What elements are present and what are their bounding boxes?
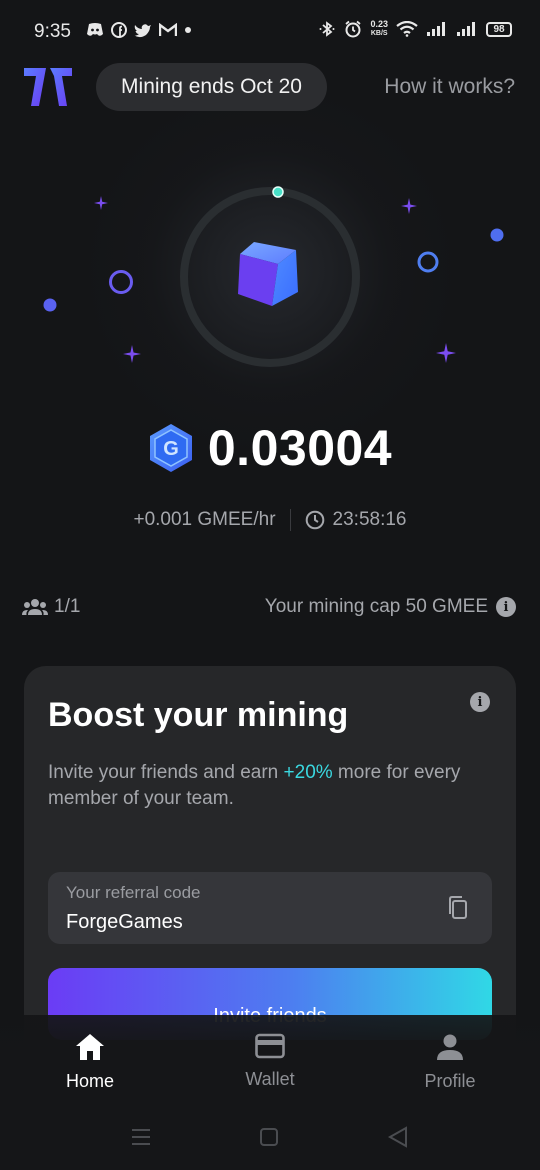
boost-percent: +20% [283, 762, 333, 783]
mining-timer-value: 23:58:16 [332, 509, 407, 530]
network-speed: 0.23 KB/S [370, 20, 388, 38]
mining-balance: 0.03004 [207, 420, 393, 476]
referral-label: Your referral code [66, 883, 201, 902]
network-speed-value: 0.23 [370, 19, 388, 29]
sparkle-icon [436, 343, 456, 363]
gmee-coin-icon: G [149, 424, 192, 472]
signal-icon-2 [457, 22, 475, 36]
app-logo[interactable] [24, 68, 72, 106]
info-icon[interactable]: i [496, 597, 516, 617]
alarm-icon [345, 20, 362, 38]
nav-profile-label: Profile [424, 1071, 476, 1091]
home-icon [76, 1034, 104, 1060]
battery-icon: 98 [486, 21, 512, 37]
info-icon[interactable]: i [470, 692, 490, 712]
sparkle-icon [401, 198, 417, 214]
boost-desc-text: Invite your friends and earn [48, 762, 284, 783]
mining-cube-icon[interactable] [236, 240, 304, 310]
mining-cap-label: Your mining cap 50 GMEE [264, 596, 488, 617]
copy-icon[interactable] [448, 896, 468, 920]
mining-rate: +0.001 GMEE/hr [133, 509, 276, 530]
network-speed-unit: KB/S [370, 30, 388, 37]
sparkle-icon [94, 196, 108, 210]
home-system-icon[interactable] [260, 1128, 278, 1146]
sparkle-icon [123, 345, 141, 363]
facebook-icon [111, 22, 127, 38]
recent-apps-icon[interactable] [132, 1129, 150, 1145]
twitter-icon [134, 23, 151, 37]
wallet-icon [255, 1033, 285, 1059]
team-icon [22, 599, 48, 615]
nav-home-label: Home [65, 1071, 114, 1091]
status-bar: 9:35 0.23 KB/S 98 [0, 0, 540, 64]
mining-stats-row: +0.001 GMEE/hr 23:58:16 [0, 505, 540, 535]
referral-code: ForgeGames [66, 911, 183, 933]
profile-icon [437, 1034, 463, 1060]
signal-icon [427, 22, 445, 36]
nav-wallet-label: Wallet [245, 1069, 295, 1089]
gmail-icon [159, 23, 177, 36]
wifi-icon [396, 21, 418, 37]
mining-cap: Your mining cap 50 GMEE i [265, 596, 516, 618]
clock-icon [305, 510, 324, 530]
nav-home[interactable]: Home [30, 1033, 150, 1092]
dot-decoration [43, 298, 57, 312]
system-nav-bar [132, 1126, 407, 1148]
bluetooth-icon [319, 21, 335, 37]
boost-title: Boost your mining [48, 696, 349, 734]
mining-timer: 23:58:16 [305, 509, 407, 531]
back-icon[interactable] [387, 1126, 407, 1148]
more-notifications-dot [185, 27, 191, 33]
ring-decoration [109, 270, 133, 294]
referral-code-field[interactable]: Your referral code ForgeGames [48, 872, 492, 944]
nav-profile[interactable]: Profile [390, 1033, 510, 1092]
ring-decoration [417, 251, 439, 273]
nav-wallet[interactable]: Wallet [210, 1033, 330, 1090]
team-count[interactable]: 1/1 [22, 596, 80, 618]
team-count-value: 1/1 [54, 596, 81, 617]
discord-icon [87, 23, 103, 36]
divider [289, 509, 291, 531]
dot-decoration [490, 228, 504, 242]
svg-text:G: G [163, 438, 179, 460]
notification-icons [86, 22, 192, 38]
boost-description: Invite your friends and earn +20% more f… [48, 760, 488, 812]
balance-row: G 0.03004 [0, 418, 540, 478]
status-time: 9:35 [34, 21, 71, 42]
